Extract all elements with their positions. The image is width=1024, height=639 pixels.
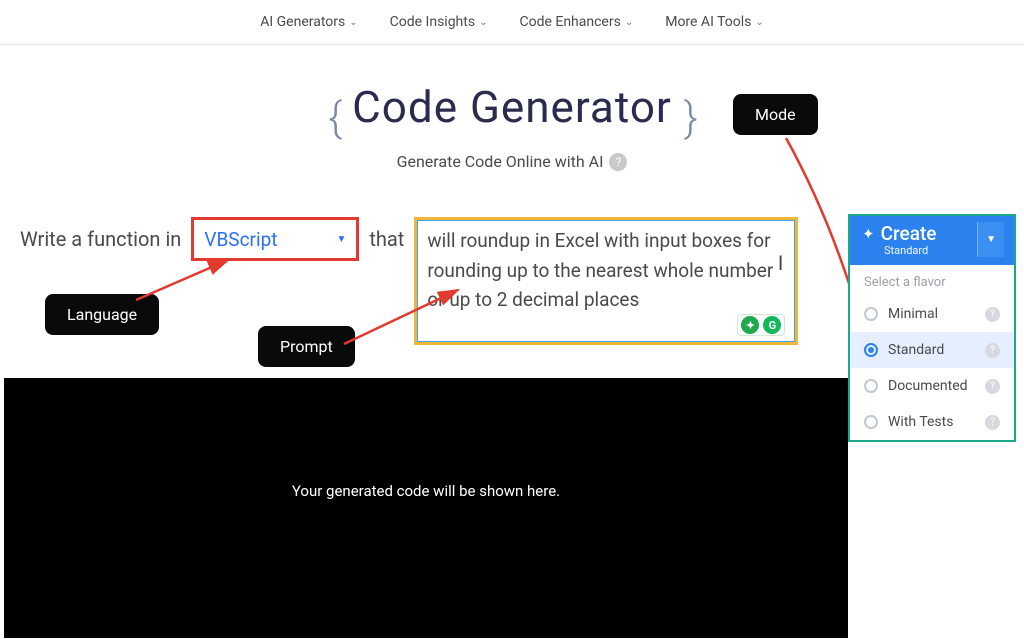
help-icon[interactable]: ? [985,307,1000,322]
flavor-label: Minimal [888,306,938,322]
prefix-text: Write a function in [20,217,181,251]
create-button-sub: Standard [884,244,936,257]
page-title: Code Generator [352,81,672,133]
flavor-title: Select a flavor [850,265,1014,296]
chevron-down-icon: ⌄ [625,17,633,28]
flavor-standard[interactable]: Standard ? [850,332,1014,368]
chevron-down-icon: ⌄ [479,17,487,28]
flavor-label: Standard [888,342,944,358]
nav-code-enhancers[interactable]: Code Enhancers ⌄ [519,14,633,30]
brace-right-icon: } [684,93,696,142]
prompt-value: will roundup in Excel with input boxes f… [427,229,773,311]
text-cursor-icon: I [778,248,783,279]
flavor-with-tests[interactable]: With Tests ? [850,404,1014,440]
nav-item-label: More AI Tools [665,14,751,30]
nav-item-label: AI Generators [260,14,345,30]
bulb-icon: ✦ [741,316,759,334]
flavor-label: With Tests [888,414,953,430]
sparkle-icon: ✦ [862,225,875,243]
radio-checked-icon [864,343,878,357]
nav-more-tools[interactable]: More AI Tools ⌄ [665,14,764,30]
callout-label: Mode [755,105,796,124]
nav-item-label: Code Enhancers [519,14,620,30]
create-panel: ✦ Create Standard ▼ Select a flavor Mini… [848,214,1016,442]
caret-down-icon: ▼ [336,234,346,245]
radio-icon [864,379,878,393]
callout-mode: Mode [733,94,818,135]
radio-icon [864,415,878,429]
callout-prompt: Prompt [258,326,355,367]
language-select[interactable]: VBScript ▼ [191,217,359,261]
language-value: VBScript [204,228,277,251]
caret-down-icon: ▼ [986,234,996,245]
callout-label: Prompt [280,337,333,356]
radio-icon [864,307,878,321]
chevron-down-icon: ⌄ [755,17,763,28]
help-icon[interactable]: ? [985,415,1000,430]
subtitle-text: Generate Code Online with AI [397,152,604,171]
nav-item-label: Code Insights [390,14,475,30]
output-placeholder: Your generated code will be shown here. [292,482,560,500]
flavor-label: Documented [888,378,968,394]
help-icon[interactable]: ? [985,343,1000,358]
prompt-input[interactable]: will roundup in Excel with input boxes f… [414,217,798,345]
grammarly-badges[interactable]: ✦ G [737,314,785,336]
nav-code-insights[interactable]: Code Insights ⌄ [390,14,488,30]
callout-language: Language [45,294,159,335]
create-button-label: Create [881,222,937,245]
middle-text: that [369,217,404,251]
callout-label: Language [67,305,137,324]
flavor-documented[interactable]: Documented ? [850,368,1014,404]
help-icon[interactable]: ? [609,153,627,171]
output-area: Your generated code will be shown here. [4,378,848,638]
top-nav: AI Generators ⌄ Code Insights ⌄ Code Enh… [0,0,1024,45]
page-subtitle: Generate Code Online with AI ? [0,152,1024,171]
help-icon[interactable]: ? [985,379,1000,394]
brace-left-icon: { [328,93,340,142]
create-dropdown-toggle[interactable]: ▼ [977,222,1004,257]
page-header: { Code Generator } Generate Code Online … [0,81,1024,171]
nav-ai-generators[interactable]: AI Generators ⌄ [260,14,357,30]
flavor-minimal[interactable]: Minimal ? [850,296,1014,332]
create-button[interactable]: ✦ Create Standard ▼ [850,216,1014,265]
grammarly-icon: G [763,316,781,334]
chevron-down-icon: ⌄ [349,17,357,28]
